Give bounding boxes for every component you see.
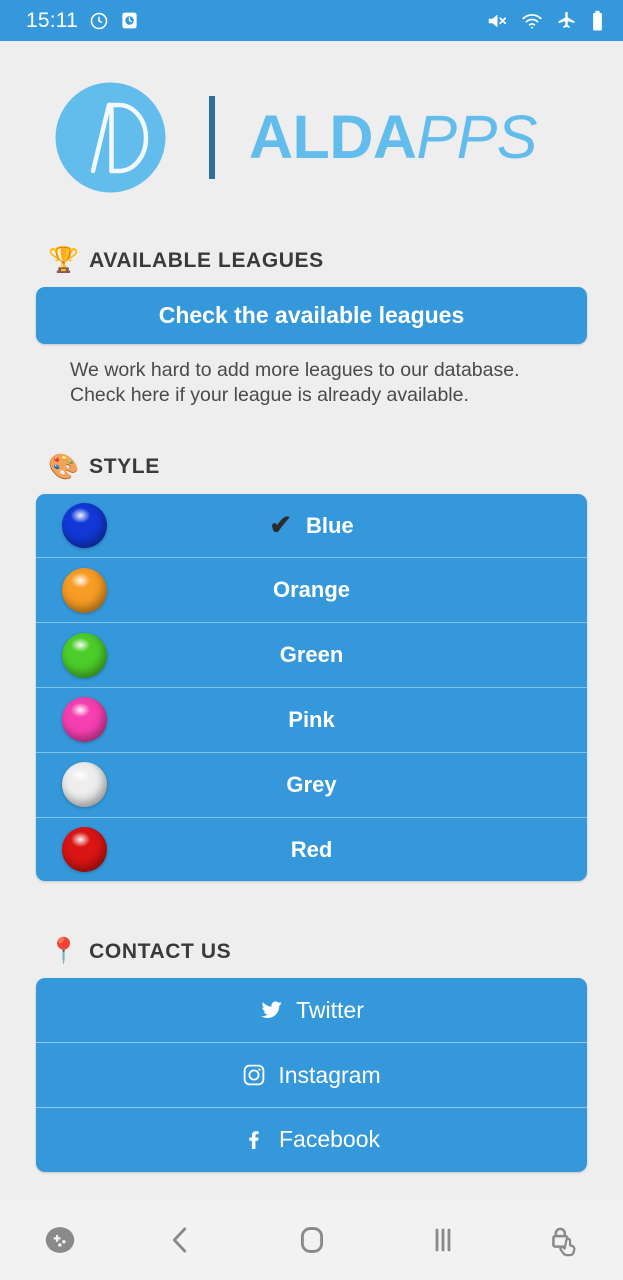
available-leagues-helper-text: We work hard to add more leagues to our … <box>36 358 587 409</box>
contact-link-facebook[interactable]: Facebook <box>36 1108 587 1172</box>
contact-link-label: Instagram <box>278 1061 381 1088</box>
style-header: 🎨 STYLE <box>36 452 587 481</box>
style-option-label: Red <box>290 836 333 862</box>
aldapps-monogram-icon <box>52 79 169 196</box>
selected-check-icon: ✔ <box>269 510 292 541</box>
style-option-red[interactable]: Red <box>36 817 587 882</box>
contact-us-header: 📍 CONTACT US <box>36 939 587 964</box>
wifi-icon <box>521 10 543 32</box>
style-option-list: ✔ Blue Orange Green Pink Grey Red <box>36 493 587 882</box>
logo-divider <box>209 96 215 179</box>
helper-line-1: We work hard to add more leagues to our … <box>70 359 520 381</box>
brand-wordmark-bold: ALDA <box>249 103 417 171</box>
mute-icon <box>486 10 508 32</box>
style-option-pink[interactable]: Pink <box>36 688 587 753</box>
round-pushpin-emoji-icon: 📍 <box>48 937 80 966</box>
artist-palette-emoji-icon: 🎨 <box>48 452 80 481</box>
check-available-leagues-label: Check the available leagues <box>158 302 465 328</box>
facebook-icon <box>243 1128 267 1152</box>
contact-us-title: CONTACT US <box>89 939 232 963</box>
game-launcher-icon[interactable] <box>0 1222 120 1258</box>
status-bar-left: 15:11 <box>26 9 139 33</box>
style-option-label: Green <box>279 642 344 668</box>
color-swatch-green <box>62 632 107 678</box>
brand-wordmark-italic: PPS <box>416 103 537 171</box>
clock-widget-icon <box>120 11 139 30</box>
style-option-label: Pink <box>288 706 335 732</box>
system-navigation-bar <box>0 1200 623 1280</box>
contact-link-instagram[interactable]: Instagram <box>36 1043 587 1109</box>
instagram-icon <box>242 1063 266 1087</box>
style-option-label: Grey <box>286 771 337 797</box>
style-option-blue[interactable]: ✔ Blue <box>36 493 587 559</box>
status-bar-right <box>486 10 605 32</box>
trophy-emoji-icon: 🏆 <box>48 246 80 274</box>
check-available-leagues-button[interactable]: Check the available leagues <box>36 287 587 344</box>
status-bar-clock: 15:11 <box>26 8 78 32</box>
back-icon[interactable] <box>120 1222 240 1258</box>
color-swatch-red <box>62 827 107 873</box>
airplane-mode-icon <box>556 10 577 31</box>
contact-us-section: 📍 CONTACT US Twitter Instagram Facebook <box>0 939 623 1172</box>
style-title: STYLE <box>89 455 160 479</box>
style-option-orange[interactable]: Orange <box>36 558 587 624</box>
color-swatch-grey <box>62 762 107 808</box>
color-swatch-pink <box>62 697 107 743</box>
available-leagues-section: 🏆 AVAILABLE LEAGUES Check the available … <box>0 248 623 409</box>
color-swatch-orange <box>62 567 107 613</box>
app-content: ALDAPPS 🏆 AVAILABLE LEAGUES Check the av… <box>0 41 623 1200</box>
helper-line-2: Check here if your league is already ava… <box>70 384 469 407</box>
style-option-green[interactable]: Green <box>36 623 587 689</box>
contact-link-label: Twitter <box>296 996 364 1023</box>
home-icon[interactable] <box>240 1222 383 1258</box>
twitter-icon <box>259 998 284 1023</box>
style-section: 🎨 STYLE ✔ Blue Orange Green Pink Grey Re… <box>0 452 623 882</box>
style-option-grey[interactable]: Grey <box>36 752 587 818</box>
style-option-label: Orange <box>272 577 351 603</box>
battery-icon <box>590 10 605 32</box>
style-option-label: Blue <box>305 512 354 538</box>
brand-wordmark: ALDAPPS <box>249 107 537 168</box>
status-bar: 15:11 <box>0 0 623 41</box>
color-swatch-blue <box>62 503 107 549</box>
app-logo-header: ALDAPPS <box>0 41 623 196</box>
available-leagues-header: 🏆 AVAILABLE LEAGUES <box>36 248 587 273</box>
contact-link-twitter[interactable]: Twitter <box>36 978 587 1044</box>
recents-icon[interactable] <box>383 1222 503 1258</box>
contact-link-list: Twitter Instagram Facebook <box>36 978 587 1172</box>
screen-lock-touch-icon[interactable] <box>503 1222 623 1258</box>
contact-link-label: Facebook <box>278 1126 380 1153</box>
available-leagues-title: AVAILABLE LEAGUES <box>89 248 324 272</box>
alarm-icon <box>89 11 109 31</box>
